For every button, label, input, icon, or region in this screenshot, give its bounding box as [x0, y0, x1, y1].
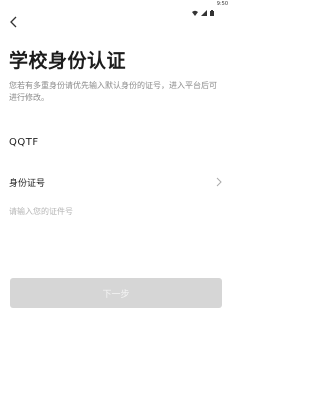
chevron-left-icon [9, 13, 17, 32]
id-number-input[interactable] [9, 203, 223, 219]
school-name: QQTF [9, 137, 39, 148]
page-description: 您若有多重身份请优先输入默认身份的证号，进入平台后可进行修改。 [9, 81, 217, 102]
status-time: 9:50 [216, 1, 228, 7]
id-type-selector[interactable]: 身份证号 [9, 174, 223, 190]
battery-icon [209, 1, 214, 16]
chevron-right-icon [215, 177, 223, 187]
id-type-label: 身份证号 [9, 178, 46, 189]
signal-icon [200, 1, 207, 16]
next-button[interactable]: 下一步 [10, 278, 222, 308]
back-button[interactable] [6, 14, 20, 30]
status-bar: 9:50 [0, 0, 232, 16]
page-title: 学校身份认证 [9, 50, 127, 72]
wifi-icon [191, 1, 198, 16]
